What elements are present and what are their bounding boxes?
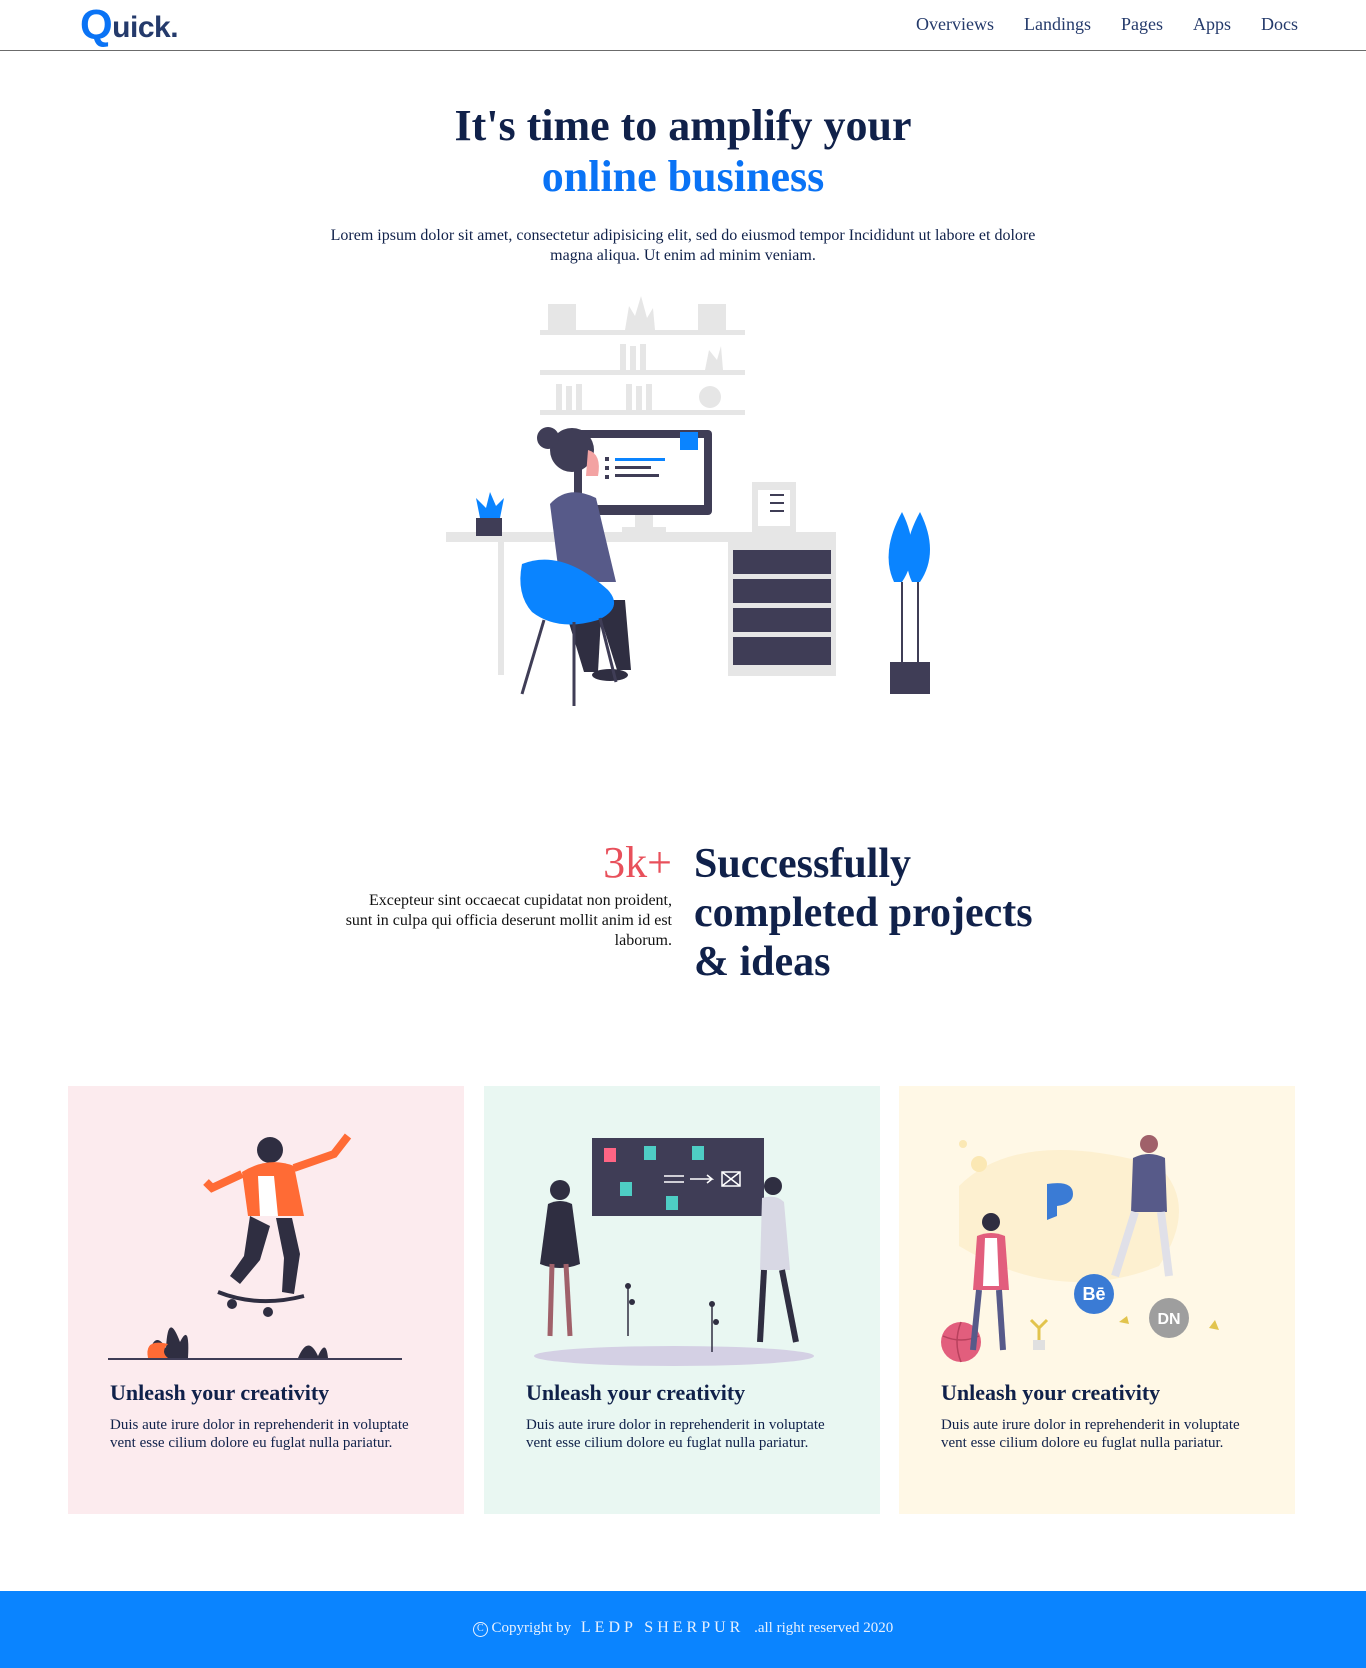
main-nav: Overviews Landings Pages Apps Docs [916,14,1298,35]
nav-docs[interactable]: Docs [1261,14,1298,35]
footer-brand[interactable]: LEDP SHERPUR [581,1619,744,1636]
feature-card-1[interactable]: Unleash your creativity Duis aute irure … [68,1086,464,1514]
feature-card-3[interactable]: Bē DN Unleash your creativity Duis aute … [899,1086,1295,1514]
card-title: Unleash your creativity [526,1380,746,1405]
nav-landings[interactable]: Landings [1024,14,1091,35]
stat-description: Excepteur sint occaecat cupidatat non pr… [345,892,672,949]
logo[interactable]: Quick. [80,1,179,48]
skateboarder-illustration [108,1133,402,1360]
card-title: Unleash your creativity [110,1380,330,1405]
nav-apps[interactable]: Apps [1193,14,1231,35]
navbar: Quick. Overviews Landings Pages Apps Doc… [0,0,1366,51]
card-text: Duis aute irure dolor in reprehenderit i… [526,1417,825,1451]
stat-heading: Successfully completed projects & ideas [694,841,1033,985]
hero-subtitle: Lorem ipsum dolor sit amet, consectetur … [330,227,1036,264]
board-meeting-illustration [534,1138,814,1366]
nav-overviews[interactable]: Overviews [916,14,994,35]
card-text: Duis aute irure dolor in reprehenderit i… [941,1417,1240,1451]
footer-copyright: C Copyright by LEDP SHERPUR .all right r… [0,1619,1366,1637]
feature-card-2[interactable]: Unleash your creativity Duis aute irure … [484,1086,880,1514]
footer-prefix: Copyright by [491,1620,572,1636]
behance-label: Bē [1082,1284,1105,1304]
hero-title-accent: online business [541,152,825,201]
social-apps-illustration: Bē DN [941,1135,1219,1363]
logo-q: Q [80,1,113,48]
card-text: Duis aute irure dolor in reprehenderit i… [110,1417,409,1451]
footer-suffix: .all right reserved 2020 [754,1620,894,1636]
footer: C Copyright by LEDP SHERPUR .all right r… [0,1591,1366,1668]
dn-label: DN [1157,1311,1180,1328]
nav-pages[interactable]: Pages [1121,14,1163,35]
hero-title: It's time to amplify your online busines… [0,100,1366,202]
stat-number: 3k+ [603,838,672,887]
card-title: Unleash your creativity [941,1380,1161,1405]
logo-text: uick. [112,11,179,44]
hero-title-line1: It's time to amplify your [454,101,912,150]
copyright-icon: C [472,1622,488,1637]
hero-illustration [446,296,930,706]
